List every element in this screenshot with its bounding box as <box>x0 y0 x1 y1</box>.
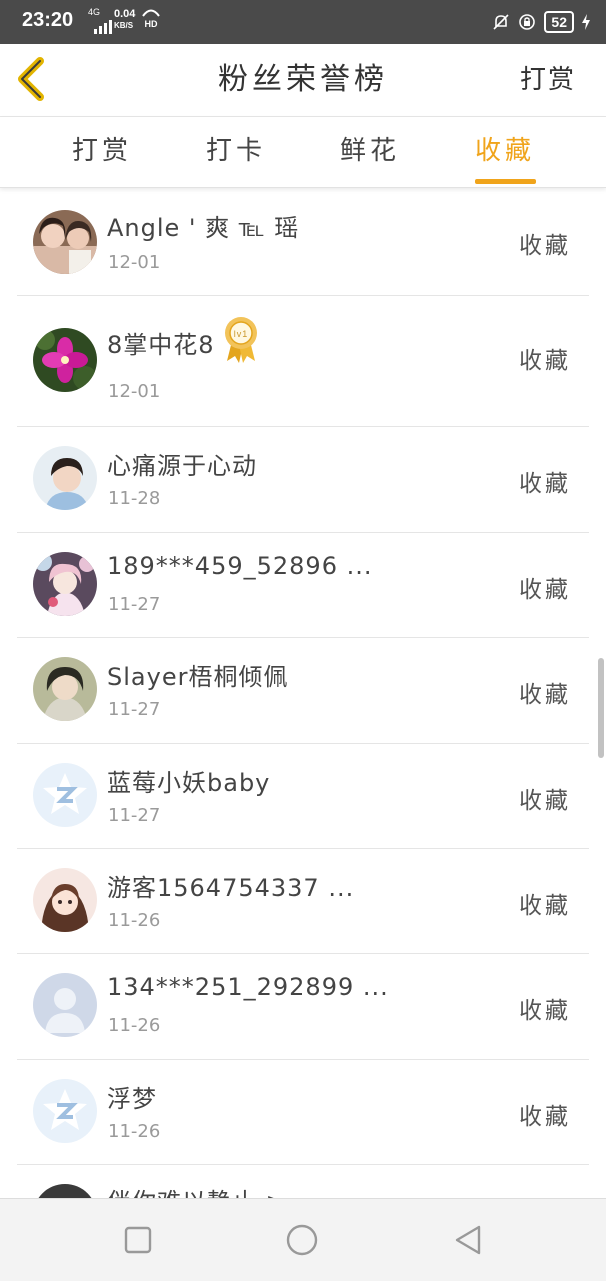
tab-bar: 打赏 打卡 鲜花 收藏 <box>0 117 606 188</box>
tab-favorites[interactable]: 收藏 <box>445 117 565 187</box>
hd-label: HD <box>144 19 158 29</box>
home-circle-icon[interactable] <box>285 1223 319 1257</box>
action-label: 收藏 <box>519 577 571 603</box>
favorite-date: 12-01 <box>108 381 161 402</box>
avatar <box>33 973 97 1037</box>
wifi-arc-icon <box>142 9 160 17</box>
user-name: 心痛源于心动 <box>107 452 257 480</box>
charging-icon <box>582 14 590 30</box>
favorite-date: 11-27 <box>108 805 161 826</box>
favorite-date: 11-27 <box>108 699 161 720</box>
page-title: 粉丝荣誉榜 <box>218 62 388 97</box>
favorite-date: 11-27 <box>108 594 161 615</box>
favorite-date: 12-01 <box>108 252 161 273</box>
user-name: Angle ' 爽 ℡ 瑶 <box>107 214 300 242</box>
action-label: 收藏 <box>519 998 571 1024</box>
hd-indicator: HD <box>142 8 160 29</box>
mute-bell-icon <box>493 14 509 30</box>
list-item[interactable]: Slayer梧桐倾佩 11-27 收藏 <box>17 637 589 744</box>
list-item[interactable]: 游客1564754337 ... 11-26 收藏 <box>17 848 589 954</box>
user-name: 游客1564754337 ... <box>107 874 355 902</box>
user-name: 134***251_292899 ... <box>107 973 389 1001</box>
list-item[interactable]: 189***459_52896 ... 11-27 收藏 <box>17 532 589 638</box>
avatar <box>33 1079 97 1143</box>
network-type: 4G <box>88 7 101 17</box>
action-label: 收藏 <box>519 1104 571 1130</box>
tab-checkin[interactable]: 打卡 <box>176 117 296 187</box>
action-label: 收藏 <box>519 348 571 374</box>
tab-tip[interactable]: 打赏 <box>42 117 162 187</box>
active-tab-indicator <box>475 179 536 184</box>
user-name: 浮梦 <box>107 1085 157 1113</box>
action-label: 收藏 <box>519 788 571 814</box>
speed-value: 0.04 <box>114 8 136 20</box>
status-bar: 23:20 4G 0.04 KB/S HD 52 <box>0 0 606 44</box>
avatar <box>33 552 97 616</box>
user-name: 8掌中花8 <box>107 331 215 359</box>
favorite-date: 11-26 <box>108 1121 161 1142</box>
user-name-wrap: 8掌中花8 lv1 <box>107 317 259 371</box>
list-item[interactable]: 浮梦 11-26 收藏 <box>17 1059 589 1165</box>
status-right-icons: 52 <box>492 10 590 34</box>
avatar <box>33 868 97 932</box>
list-item[interactable]: 134***251_292899 ... 11-26 收藏 <box>17 953 589 1060</box>
avatar <box>33 1184 97 1198</box>
action-label: 收藏 <box>519 682 571 708</box>
recents-square-icon[interactable] <box>121 1223 155 1257</box>
back-triangle-icon[interactable] <box>451 1223 485 1257</box>
user-name: Slayer梧桐倾佩 <box>107 663 289 691</box>
rosette-badge-icon: lv1 <box>224 317 257 363</box>
avatar <box>33 328 97 392</box>
favorite-date: 11-26 <box>108 1015 161 1036</box>
user-name: 189***459_52896 ... <box>107 552 373 580</box>
avatar <box>33 446 97 510</box>
list-item[interactable]: 蓝莓小妖baby 11-27 收藏 <box>17 743 589 849</box>
avatar <box>33 763 97 827</box>
list-item[interactable]: Angle ' 爽 ℡ 瑶 12-01 收藏 <box>17 188 589 296</box>
action-label: 收藏 <box>519 471 571 497</box>
fan-list: Angle ' 爽 ℡ 瑶 12-01 收藏 8掌中花8 lv1 12-01 收… <box>0 188 606 1198</box>
system-nav-bar <box>0 1198 606 1281</box>
scrollbar[interactable] <box>598 658 604 758</box>
action-label: 收藏 <box>519 233 571 259</box>
speed-unit: KB/S <box>114 21 134 30</box>
favorite-date: 11-26 <box>108 910 161 931</box>
signal-icon <box>94 18 112 34</box>
action-label: 收藏 <box>519 893 571 919</box>
tip-button[interactable]: 打赏 <box>520 44 576 116</box>
title-bar: 粉丝荣誉榜 打赏 <box>0 44 606 117</box>
list-item[interactable]: 心痛源于心动 11-28 收藏 <box>17 426 589 533</box>
list-item[interactable]: 8掌中花8 lv1 12-01 收藏 <box>17 295 589 427</box>
network-speed: 0.04 KB/S <box>114 9 135 31</box>
default-person-icon <box>33 973 97 1037</box>
rotation-lock-icon <box>519 14 536 30</box>
list-item[interactable]: 伴你难以静止 > <box>17 1164 589 1198</box>
default-qq-avatar-icon <box>33 763 97 827</box>
badge-level: lv1 <box>233 329 248 339</box>
default-qq-avatar-icon <box>33 1079 97 1143</box>
user-name: 伴你难以静止 > <box>107 1182 287 1198</box>
tab-flowers[interactable]: 鲜花 <box>310 117 430 187</box>
battery-level: 52 <box>544 11 574 33</box>
avatar <box>33 657 97 721</box>
status-time: 23:20 <box>22 9 74 31</box>
user-name: 蓝莓小妖baby <box>107 769 271 797</box>
avatar <box>33 210 97 274</box>
favorite-date: 11-28 <box>108 488 161 509</box>
